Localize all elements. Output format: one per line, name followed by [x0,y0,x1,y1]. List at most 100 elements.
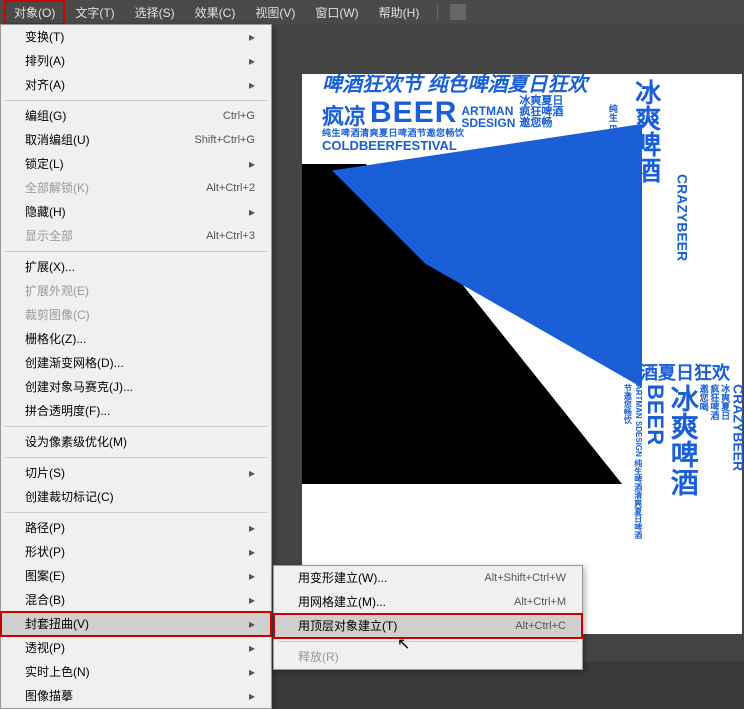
menu-object[interactable]: 对象(O) [4,0,65,25]
menu-item-label: 图案(E) [25,567,65,585]
submenu-shortcut: Alt+Ctrl+M [514,593,566,611]
menu-help[interactable]: 帮助(H) [369,0,430,25]
submenu-item-label: 用网格建立(M)... [298,593,386,611]
menu-item-4[interactable]: 编组(G) Ctrl+G [1,104,271,128]
menu-item-27[interactable]: 混合(B) ▸ [1,588,271,612]
submenu-item-0[interactable]: 用变形建立(W)...Alt+Shift+Ctrl+W [274,566,582,590]
menu-type[interactable]: 文字(T) [65,0,124,25]
submenu-item-1[interactable]: 用网格建立(M)... Alt+Ctrl+M [274,590,582,614]
menu-shortcut: Ctrl+G [223,107,255,125]
submenu-shortcut: Alt+Shift+Ctrl+W [484,569,566,587]
menu-item-label: 取消编组(U) [25,131,90,149]
menu-item-label: 裁剪图像(C) [25,306,90,324]
submenu-arrow-icon: ▸ [249,615,255,633]
submenu-arrow-icon: ▸ [249,155,255,173]
menu-item-6[interactable]: 锁定(L) ▸ [1,152,271,176]
menu-item-19[interactable]: 设为像素级优化(M) [1,430,271,454]
menu-item-25[interactable]: 形状(P) ▸ [1,540,271,564]
menu-item-label: 全部解锁(K) [25,179,89,197]
submenu-arrow-icon: ▸ [249,203,255,221]
menu-item-29[interactable]: 透视(P) ▸ [1,636,271,660]
menu-item-5[interactable]: 取消编组(U) Shift+Ctrl+G [1,128,271,152]
submenu-shortcut: Alt+Ctrl+C [515,617,566,635]
menu-item-16[interactable]: 创建对象马赛克(J)... [1,375,271,399]
submenu-arrow-icon: ▸ [249,76,255,94]
menu-item-31[interactable]: 图像描摹▸ [1,684,271,708]
menu-separator [5,512,267,513]
menu-item-7: 全部解锁(K) Alt+Ctrl+2 [1,176,271,200]
menu-effect[interactable]: 效果(C) [185,0,246,25]
menu-item-label: 创建对象马赛克(J)... [25,378,133,396]
menu-item-label: 路径(P) [25,519,65,537]
submenu-item-label: 用顶层对象建立(T) [298,617,397,635]
menu-item-14[interactable]: 栅格化(Z)... [1,327,271,351]
menu-item-15[interactable]: 创建渐变网格(D)... [1,351,271,375]
menu-item-label: 实时上色(N) [25,663,90,681]
menu-item-label: 排列(A) [25,52,65,70]
submenu-arrow-icon: ▸ [249,591,255,609]
menu-item-9: 显示全部 Alt+Ctrl+3 [1,224,271,248]
menu-item-12: 扩展外观(E) [1,279,271,303]
menu-item-label: 封套扭曲(V) [25,615,89,633]
menu-separator [5,251,267,252]
menu-shortcut: Alt+Ctrl+2 [206,179,255,197]
menu-item-label: 形状(P) [25,543,65,561]
menu-item-17[interactable]: 拼合透明度(F)... [1,399,271,423]
menu-view[interactable]: 视图(V) [245,0,305,25]
menu-item-label: 创建裁切标记(C) [25,488,114,506]
artwork-crazy: CRAZYBEER [674,174,689,384]
menu-window[interactable]: 窗口(W) [305,0,368,25]
menu-item-label: 混合(B) [25,591,65,609]
menu-item-label: 扩展(X)... [25,258,75,276]
menu-item-2[interactable]: 对齐(A) ▸ [1,73,271,97]
menu-item-1[interactable]: 排列(A) ▸ [1,49,271,73]
toolbar-icon[interactable] [450,4,466,20]
menu-shortcut: Alt+Ctrl+3 [206,227,255,245]
menu-shortcut: Shift+Ctrl+G [194,131,255,149]
menu-item-11[interactable]: 扩展(X)... [1,255,271,279]
menu-separator [5,457,267,458]
submenu-arrow-icon: ▸ [249,464,255,482]
menu-separator [5,100,267,101]
submenu-item-3: 释放(R) [274,645,582,669]
menu-select[interactable]: 选择(S) [125,0,185,25]
menu-item-label: 透视(P) [25,639,65,657]
submenu-arrow-icon: ▸ [249,519,255,537]
submenu-item-label: 释放(R) [298,648,339,666]
menu-item-label: 设为像素级优化(M) [25,433,127,451]
envelope-distort-submenu: 用变形建立(W)...Alt+Shift+Ctrl+W 用网格建立(M)... Al… [273,565,583,670]
menu-item-26[interactable]: 图案(E) ▸ [1,564,271,588]
menu-item-label: 切片(S) [25,464,65,482]
menu-item-21[interactable]: 切片(S) ▸ [1,461,271,485]
artwork-lower-block: 啤酒夏日狂欢 ARTMAN SDESIGN 纯生啤酒清爽夏日啤酒节邀您畅饮 BE… [622,364,744,544]
divider [437,4,438,20]
menu-item-label: 拼合透明度(F)... [25,402,110,420]
menu-item-label: 变换(T) [25,28,64,46]
menu-item-label: 编组(G) [25,107,66,125]
menu-item-label: 锁定(L) [25,155,64,173]
submenu-arrow-icon: ▸ [249,639,255,657]
menu-item-0[interactable]: 变换(T) ▸ [1,25,271,49]
submenu-arrow-icon: ▸ [249,52,255,70]
submenu-arrow-icon: ▸ [249,28,255,46]
menu-item-30[interactable]: 实时上色(N)▸ [1,660,271,684]
menu-item-label: 栅格化(Z)... [25,330,86,348]
submenu-arrow-icon: ▸ [249,567,255,585]
menu-item-28[interactable]: 封套扭曲(V) ▸ [1,612,271,636]
menubar: 对象(O) 文字(T) 选择(S) 效果(C) 视图(V) 窗口(W) 帮助(H… [0,0,744,24]
submenu-arrow-icon: ▸ [249,687,255,705]
menu-item-label: 对齐(A) [25,76,65,94]
mouse-cursor: ↖ [397,634,410,654]
menu-item-24[interactable]: 路径(P) ▸ [1,516,271,540]
menu-item-label: 扩展外观(E) [25,282,89,300]
submenu-arrow-icon: ▸ [249,543,255,561]
object-menu-dropdown: 变换(T) ▸ 排列(A) ▸ 对齐(A) ▸ 编组(G) Ctrl+G 取消编组(U) Shif… [0,24,272,709]
submenu-item-2[interactable]: 用顶层对象建立(T) Alt+Ctrl+C [274,614,582,638]
submenu-separator [278,641,578,642]
menu-item-8[interactable]: 隐藏(H)▸ [1,200,271,224]
menu-separator [5,426,267,427]
artboard[interactable]: 啤酒狂欢节 纯色啤酒夏日狂欢 疯凉 BEER ARTMAN SDESIGN 冰爽… [302,74,742,634]
menu-item-22[interactable]: 创建裁切标记(C) [1,485,271,509]
menu-item-label: 显示全部 [25,227,73,245]
menu-item-label: 创建渐变网格(D)... [25,354,124,372]
